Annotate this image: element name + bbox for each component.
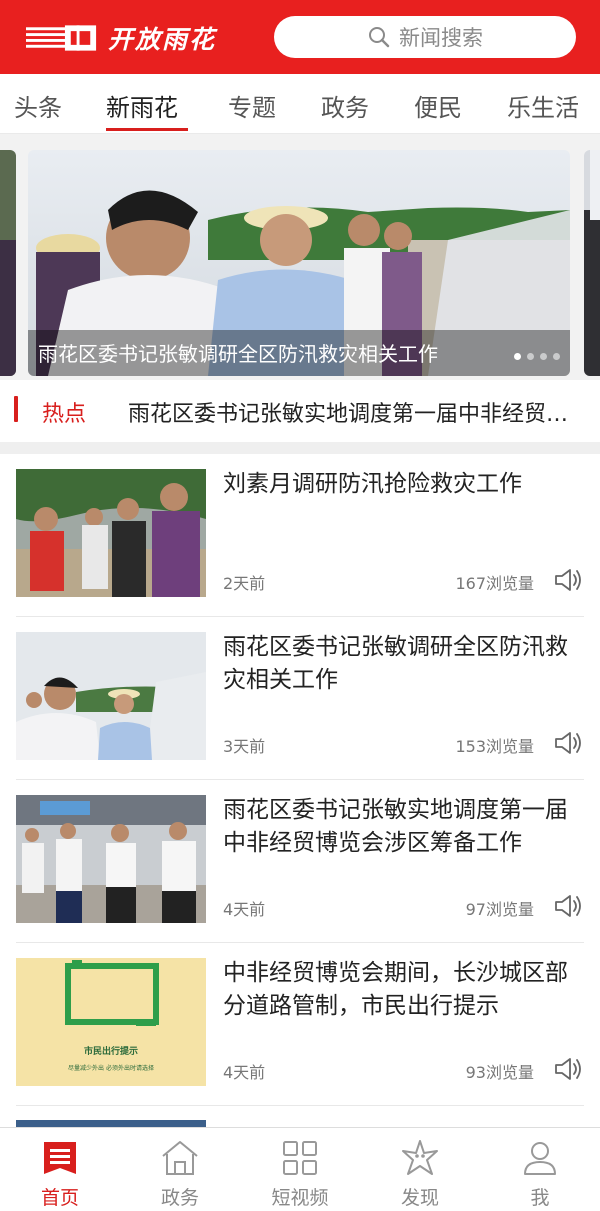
nav-discover[interactable]: 发现 (360, 1128, 480, 1211)
news-thumbnail (16, 632, 206, 760)
news-title[interactable]: 雨花区委书记张敏实地调度第一届中非经贸博览会涉区筹备工作 (223, 794, 579, 860)
news-views: 93浏览量 (465, 1063, 534, 1082)
carousel-dot[interactable] (553, 353, 560, 360)
news-title[interactable]: 雨花区委书记张敏调研全区防汛救灾相关工作 (223, 631, 579, 697)
speaker-icon[interactable] (552, 892, 584, 920)
news-views: 167浏览量 (455, 574, 534, 593)
tab-leshenghuo[interactable]: 乐生活 (507, 88, 579, 123)
bottom-navigation: 首页 政务 短视频 发现 我 (0, 1127, 600, 1211)
news-title[interactable]: 刘素月调研防汛抢险救灾工作 (223, 468, 579, 501)
user-icon (524, 1142, 556, 1175)
carousel-dot[interactable] (514, 353, 521, 360)
hot-news-ticker[interactable]: 热点 雨花区委书记张敏实地调度第一届中非经贸博览会涉区筹备工作 (0, 380, 600, 442)
carousel-caption-bar: 雨花区委书记张敏调研全区防汛救灾相关工作 (28, 330, 570, 376)
map-tip-title: 市民出行提示 (84, 1045, 138, 1057)
news-item[interactable]: 市民出行提示 尽量减少外出 必须外出时请选择 中非经贸博览会期间，长沙城区部分道… (0, 943, 600, 1106)
speaker-icon[interactable] (552, 729, 584, 757)
logo-mark-icon (26, 25, 97, 51)
nav-government-label: 政务 (160, 1187, 199, 1209)
hot-headline[interactable]: 雨花区委书记张敏实地调度第一届中非经贸博览会涉区筹备工作 (128, 396, 580, 428)
news-thumbnail (16, 469, 206, 597)
app-header: 开放雨花 新闻搜索 (0, 0, 600, 74)
tab-toutiao[interactable]: 头条 (14, 88, 62, 123)
hot-marker (14, 396, 18, 422)
nav-me-label: 我 (530, 1187, 550, 1209)
news-home-icon (44, 1142, 76, 1174)
news-thumbnail (16, 795, 206, 923)
nav-short-video-label: 短视频 (271, 1187, 329, 1209)
news-title[interactable]: 中非经贸博览会期间，长沙城区部分道路管制，市民出行提示 (223, 957, 579, 1023)
search-icon (369, 27, 390, 48)
tab-zhuanti[interactable]: 专题 (228, 88, 276, 123)
section-divider (0, 442, 600, 454)
news-time: 4天前 (223, 1063, 266, 1082)
carousel-dots (514, 353, 560, 360)
news-thumbnail (16, 1120, 206, 1127)
banner-carousel[interactable]: 雨花区委书记张敏调研全区防汛救灾相关工作 (0, 134, 600, 380)
government-house-icon (162, 1141, 198, 1175)
news-time: 2天前 (223, 574, 266, 593)
news-views: 153浏览量 (455, 737, 534, 756)
hot-label: 热点 (42, 402, 87, 427)
nav-government[interactable]: 政务 (120, 1128, 240, 1211)
search-placeholder: 新闻搜索 (399, 26, 483, 50)
nav-me[interactable]: 我 (480, 1128, 600, 1211)
logo-text: 开放雨花 (107, 25, 216, 54)
carousel-prev-slide[interactable] (0, 150, 16, 376)
news-time: 4天前 (223, 900, 266, 919)
news-item[interactable]: 雨花区委书记张敏调研全区防汛救灾相关工作 3天前 153浏览量 (0, 617, 600, 780)
nav-short-video[interactable]: 短视频 (240, 1128, 360, 1211)
search-input[interactable]: 新闻搜索 (274, 16, 576, 58)
carousel-dot[interactable] (527, 353, 534, 360)
news-time: 3天前 (223, 737, 266, 756)
nav-home-label: 首页 (40, 1187, 79, 1209)
speaker-icon[interactable] (552, 566, 584, 594)
grid-icon (283, 1141, 317, 1175)
news-views: 97浏览量 (465, 900, 534, 919)
app-logo[interactable]: 开放雨花 (26, 18, 216, 58)
carousel-caption: 雨花区委书记张敏调研全区防汛救灾相关工作 (38, 342, 438, 366)
tab-zhengwu[interactable]: 政务 (321, 88, 369, 123)
carousel-next-slide[interactable] (584, 150, 600, 376)
active-tab-indicator (106, 128, 188, 131)
tab-xinyuhua[interactable]: 新雨花 (106, 88, 178, 123)
map-tip-sub: 尽量减少外出 必须外出时请选择 (68, 1064, 154, 1072)
speaker-icon[interactable] (552, 1055, 584, 1083)
nav-home[interactable]: 首页 (0, 1128, 120, 1211)
news-item[interactable]: 刘素月调研防汛抢险救灾工作 2天前 167浏览量 (0, 454, 600, 617)
nav-discover-label: 发现 (400, 1187, 439, 1209)
tab-bianmin[interactable]: 便民 (414, 88, 462, 123)
category-tabs: 头条 新雨花 专题 政务 便民 乐生活 (0, 74, 600, 134)
news-thumbnail: 市民出行提示 尽量减少外出 必须外出时请选择 (16, 958, 206, 1086)
starfish-discover-icon (402, 1140, 438, 1175)
carousel-dot[interactable] (540, 353, 547, 360)
news-item-partial[interactable] (0, 1106, 600, 1127)
news-item[interactable]: 雨花区委书记张敏实地调度第一届中非经贸博览会涉区筹备工作 4天前 97浏览量 (0, 780, 600, 943)
carousel-main-slide[interactable]: 雨花区委书记张敏调研全区防汛救灾相关工作 (28, 150, 570, 376)
